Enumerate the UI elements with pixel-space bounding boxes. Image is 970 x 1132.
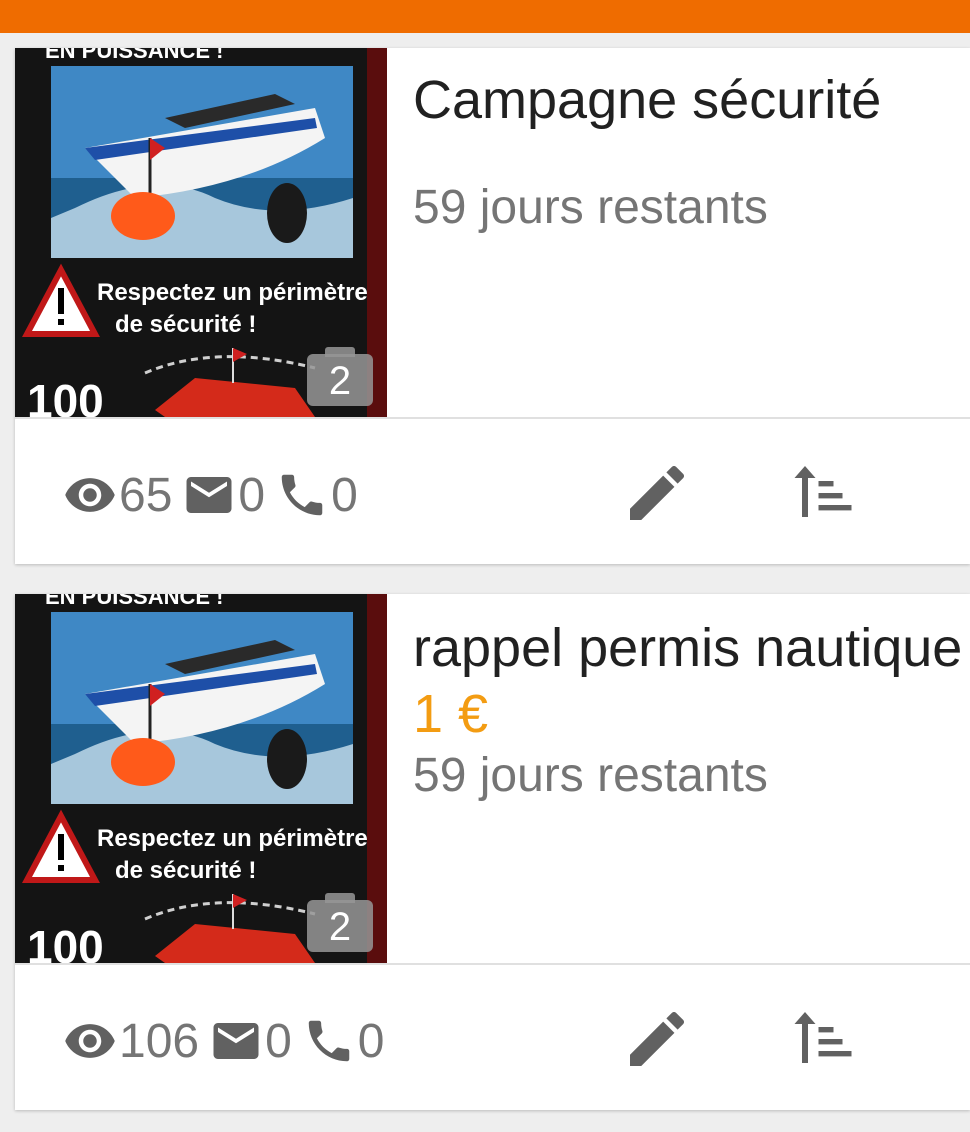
listing-info[interactable]: Campagne sécurité 59 jours restants [413, 48, 970, 238]
photo-count-badge: 2 [307, 893, 373, 954]
views-count: 65 [119, 468, 173, 522]
listing-card[interactable]: EN PUISSANCE ! Respectez un périmètre de… [15, 48, 970, 564]
boost-button[interactable] [787, 457, 859, 529]
listing-card[interactable]: EN PUISSANCE ! Respectez un périmètre de… [15, 594, 970, 1110]
phone-icon [275, 468, 329, 522]
boost-icon [794, 1012, 852, 1063]
listing-thumbnail[interactable]: EN PUISSANCE ! Respectez un périmètre de… [15, 594, 387, 963]
messages-count: 0 [238, 468, 266, 522]
listing-stats-bar: 65 0 0 [15, 419, 970, 564]
listing-info[interactable]: rappel permis nautique 1 € 59 jours rest… [413, 594, 970, 806]
eye-icon [63, 1014, 117, 1068]
views-count: 106 [119, 1014, 200, 1068]
calls-count: 0 [331, 468, 358, 522]
edit-icon [630, 465, 685, 520]
mail-icon [209, 1014, 263, 1068]
listing-title[interactable]: Campagne sécurité [413, 66, 970, 134]
mail-icon [182, 468, 236, 522]
svg-text:Respectez un périmètre: Respectez un périmètre [97, 825, 368, 852]
svg-text:100: 100 [27, 375, 104, 417]
svg-text:Respectez un périmètre: Respectez un périmètre [97, 279, 368, 306]
listing-thumbnail[interactable]: EN PUISSANCE ! Respectez un périmètre de… [15, 48, 387, 417]
remaining-days: 59 jours restants [413, 181, 768, 234]
boost-icon [794, 466, 852, 517]
svg-text:100: 100 [27, 921, 104, 963]
messages-count: 0 [265, 1014, 292, 1068]
edit-button[interactable] [621, 457, 693, 529]
listing-stats-bar: 106 0 0 [15, 965, 970, 1110]
remaining-days: 59 jours restants [413, 749, 768, 802]
svg-text:EN PUISSANCE !: EN PUISSANCE ! [45, 594, 223, 609]
svg-text:EN PUISSANCE !: EN PUISSANCE ! [45, 48, 223, 63]
edit-button[interactable] [621, 1003, 693, 1075]
svg-text:de sécurité !: de sécurité ! [115, 857, 256, 884]
photo-count-badge: 2 [307, 347, 373, 408]
boost-button[interactable] [787, 1003, 859, 1075]
listing-title[interactable]: rappel permis nautique [413, 614, 970, 682]
app-header-bar [0, 0, 970, 33]
phone-icon [302, 1014, 356, 1068]
edit-icon [630, 1011, 685, 1066]
listing-price: 1 € [413, 684, 489, 744]
svg-text:de sécurité !: de sécurité ! [115, 311, 256, 338]
calls-count: 0 [357, 1014, 385, 1068]
eye-icon [63, 468, 117, 522]
